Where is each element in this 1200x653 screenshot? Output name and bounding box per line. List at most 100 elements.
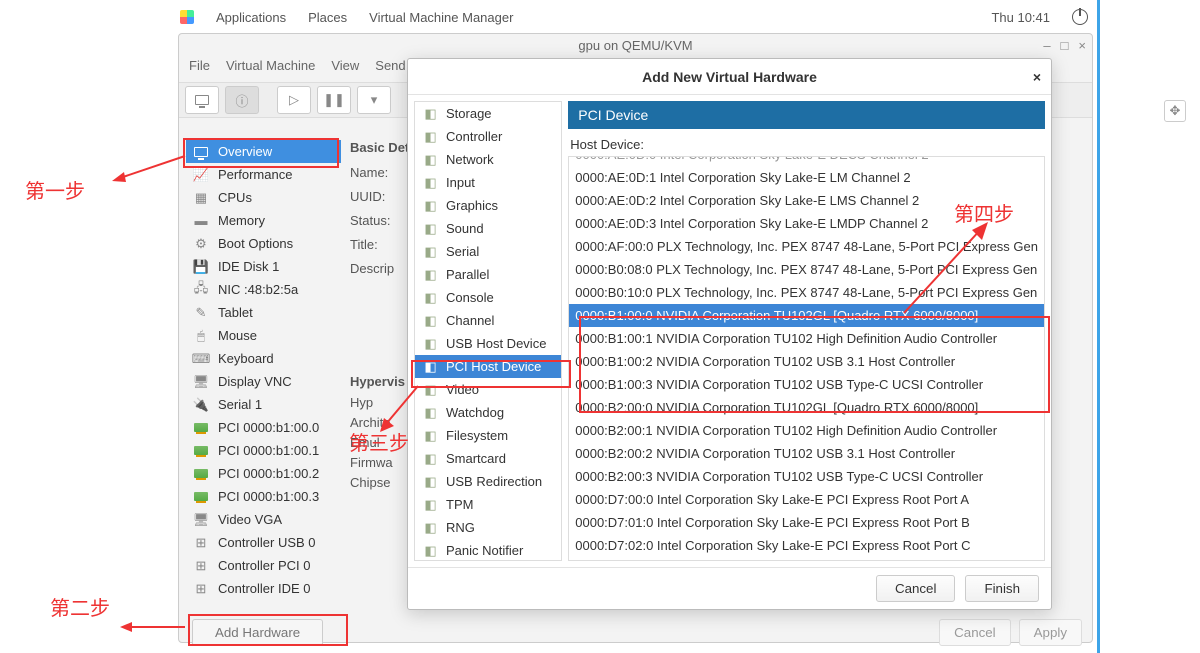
sidebar-item-label: Controller IDE 0 [218, 581, 310, 596]
add-hardware-button[interactable]: Add Hardware [192, 619, 323, 646]
hwtype-rng[interactable]: ◧RNG [415, 516, 561, 539]
menu-virtual-machine[interactable]: Virtual Machine [226, 58, 315, 82]
win-max-icon[interactable]: □ [1061, 34, 1069, 58]
shutdown-button[interactable]: ▾ [357, 86, 391, 114]
host-device-row[interactable]: 0000:B2:00:2 NVIDIA Corporation TU102 US… [569, 442, 1044, 465]
sidebar-item-controller-ide-0[interactable]: ⊞Controller IDE 0 [186, 577, 341, 600]
hyp-row: Firmwa [350, 455, 405, 475]
win-close-icon[interactable]: × [1078, 34, 1086, 58]
hwtype-label: Storage [446, 106, 492, 121]
dialog-cancel-button[interactable]: Cancel [876, 575, 956, 602]
host-device-row[interactable]: 0000:B1:00:0 NVIDIA Corporation TU102GL … [569, 304, 1044, 327]
sidebar-item-keyboard[interactable]: ⌨Keyboard [186, 347, 341, 370]
sidebar-item-tablet[interactable]: ✎Tablet [186, 301, 341, 324]
sidebar-item-pci-0000-b1-00-2[interactable]: PCI 0000:b1:00.2 [186, 462, 341, 485]
hwtype-network[interactable]: ◧Network [415, 148, 561, 171]
sidebar-item-nic-48-b2-5a[interactable]: 🖧NIC :48:b2:5a [186, 278, 341, 301]
host-device-row[interactable]: 0000:AE:0D:1 Intel Corporation Sky Lake-… [569, 166, 1044, 189]
hwtype-graphics[interactable]: ◧Graphics [415, 194, 561, 217]
pci-card-icon [192, 446, 210, 455]
hwtype-filesystem[interactable]: ◧Filesystem [415, 424, 561, 447]
sidebar-item-serial-1[interactable]: 🔌Serial 1 [186, 393, 341, 416]
sidebar-item-video-vga[interactable]: 🖥Video VGA [186, 508, 341, 531]
console-button[interactable] [185, 86, 219, 114]
menu-file[interactable]: File [189, 58, 210, 82]
menu-view[interactable]: View [331, 58, 359, 82]
host-device-row[interactable]: 0000:D7:00:0 Intel Corporation Sky Lake-… [569, 488, 1044, 511]
anno-step4-label: 第四步 [954, 198, 1014, 227]
generic-icon: 🖧 [192, 279, 210, 301]
sidebar-item-memory[interactable]: ▬Memory [186, 209, 341, 232]
anno-step2-label: 第二步 [50, 592, 110, 621]
host-device-row[interactable]: 0000:D7:01:0 Intel Corporation Sky Lake-… [569, 511, 1044, 534]
hwtype-watchdog[interactable]: ◧Watchdog [415, 401, 561, 424]
host-device-row[interactable]: 0000:AE:0D:0 Intel Corporation Sky Lake-… [569, 156, 1044, 166]
host-device-row[interactable]: 0000:B1:00:2 NVIDIA Corporation TU102 US… [569, 350, 1044, 373]
hwtype-usb-redirection[interactable]: ◧USB Redirection [415, 470, 561, 493]
hwtype-serial[interactable]: ◧Serial [415, 240, 561, 263]
generic-icon: ⊞ [192, 535, 210, 551]
hwtype-console[interactable]: ◧ Console [415, 286, 561, 309]
sidebar-item-ide-disk-1[interactable]: 💾IDE Disk 1 [186, 255, 341, 278]
sidebar-item-controller-pci-0[interactable]: ⊞Controller PCI 0 [186, 554, 341, 577]
host-device-row[interactable]: 0000:B2:00:3 NVIDIA Corporation TU102 US… [569, 465, 1044, 488]
sidebar-item-cpus[interactable]: ▦CPUs [186, 186, 341, 209]
sidebar-item-display-vnc[interactable]: 🖥Display VNC [186, 370, 341, 393]
pci-card-icon [192, 423, 210, 432]
dialog-finish-button[interactable]: Finish [965, 575, 1039, 602]
power-icon[interactable] [1072, 9, 1088, 25]
host-device-row[interactable]: 0000:B1:00:1 NVIDIA Corporation TU102 Hi… [569, 327, 1044, 350]
sidebar-item-overview[interactable]: Overview [186, 140, 341, 163]
anno-step3-label: 第三步 [349, 427, 409, 456]
hwtype-panic-notifier[interactable]: ◧Panic Notifier [415, 539, 561, 561]
host-device-row[interactable]: 0000:B1:00:3 NVIDIA Corporation TU102 US… [569, 373, 1044, 396]
hwtype-storage[interactable]: ◧Storage [415, 102, 561, 125]
dialog-close-icon[interactable]: × [1033, 69, 1041, 85]
sidebar-item-controller-usb-0[interactable]: ⊞Controller USB 0 [186, 531, 341, 554]
move-handle-icon[interactable]: ✥ [1164, 100, 1186, 122]
details-button[interactable]: ⓘ [225, 86, 259, 114]
hwtype-icon: ◧ [423, 313, 438, 329]
generic-icon: 🖱 [192, 328, 210, 344]
hwtype-usb-host-device[interactable]: ◧USB Host Device [415, 332, 561, 355]
sidebar-item-pci-0000-b1-00-0[interactable]: PCI 0000:b1:00.0 [186, 416, 341, 439]
host-device-row[interactable]: 0000:AF:00:0 PLX Technology, Inc. PEX 87… [569, 235, 1044, 258]
hwtype-controller[interactable]: ◧Controller [415, 125, 561, 148]
sidebar-item-label: PCI 0000:b1:00.2 [218, 466, 319, 481]
sidebar-item-mouse[interactable]: 🖱Mouse [186, 324, 341, 347]
hwtype-icon: ◧ [423, 520, 438, 536]
hwtype-tpm[interactable]: ◧TPM [415, 493, 561, 516]
host-device-row[interactable]: 0000:B2:00:1 NVIDIA Corporation TU102 Hi… [569, 419, 1044, 442]
sidebar-item-pci-0000-b1-00-3[interactable]: PCI 0000:b1:00.3 [186, 485, 341, 508]
apply-button[interactable]: Apply [1019, 619, 1082, 646]
host-device-row[interactable]: 0000:D7:02:0 Intel Corporation Sky Lake-… [569, 534, 1044, 557]
hwtype-icon: ◧ [423, 290, 438, 306]
menu-applications[interactable]: Applications [216, 10, 286, 25]
clock: Thu 10:41 [991, 10, 1050, 25]
hwtype-smartcard[interactable]: ◧Smartcard [415, 447, 561, 470]
hwtype-icon: ◧ [423, 336, 438, 352]
menu-vmm[interactable]: Virtual Machine Manager [369, 10, 513, 25]
pause-button[interactable]: ❚❚ [317, 86, 351, 114]
hwtype-input[interactable]: ◧Input [415, 171, 561, 194]
host-device-row[interactable]: 0000:B2:00:0 NVIDIA Corporation TU102GL … [569, 396, 1044, 419]
run-button[interactable]: ▷ [277, 86, 311, 114]
hwtype-icon: ◧ [423, 221, 438, 237]
sidebar-item-boot-options[interactable]: ⚙Boot Options [186, 232, 341, 255]
hwtype-pci-host-device[interactable]: ◧PCI Host Device [415, 355, 561, 378]
sidebar-item-pci-0000-b1-00-1[interactable]: PCI 0000:b1:00.1 [186, 439, 341, 462]
hwtype-sound[interactable]: ◧Sound [415, 217, 561, 240]
hwtype-parallel[interactable]: ◧Parallel [415, 263, 561, 286]
menu-places[interactable]: Places [308, 10, 347, 25]
hwtype-video[interactable]: ◧Video [415, 378, 561, 401]
hardware-type-list[interactable]: ◧Storage◧Controller◧Network◧Input◧Graphi… [414, 101, 562, 561]
host-device-row[interactable]: 0000:B0:10:0 PLX Technology, Inc. PEX 87… [569, 281, 1044, 304]
hwtype-channel[interactable]: ◧Channel [415, 309, 561, 332]
hwtype-label: Console [446, 290, 494, 305]
sidebar-item-performance[interactable]: 📈Performance [186, 163, 341, 186]
cancel-button[interactable]: Cancel [939, 619, 1011, 646]
win-min-icon[interactable]: – [1043, 34, 1050, 58]
host-device-row[interactable]: 0000:B0:08:0 PLX Technology, Inc. PEX 87… [569, 258, 1044, 281]
sidebar-item-label: PCI 0000:b1:00.1 [218, 443, 319, 458]
sidebar-item-label: Overview [218, 144, 272, 159]
